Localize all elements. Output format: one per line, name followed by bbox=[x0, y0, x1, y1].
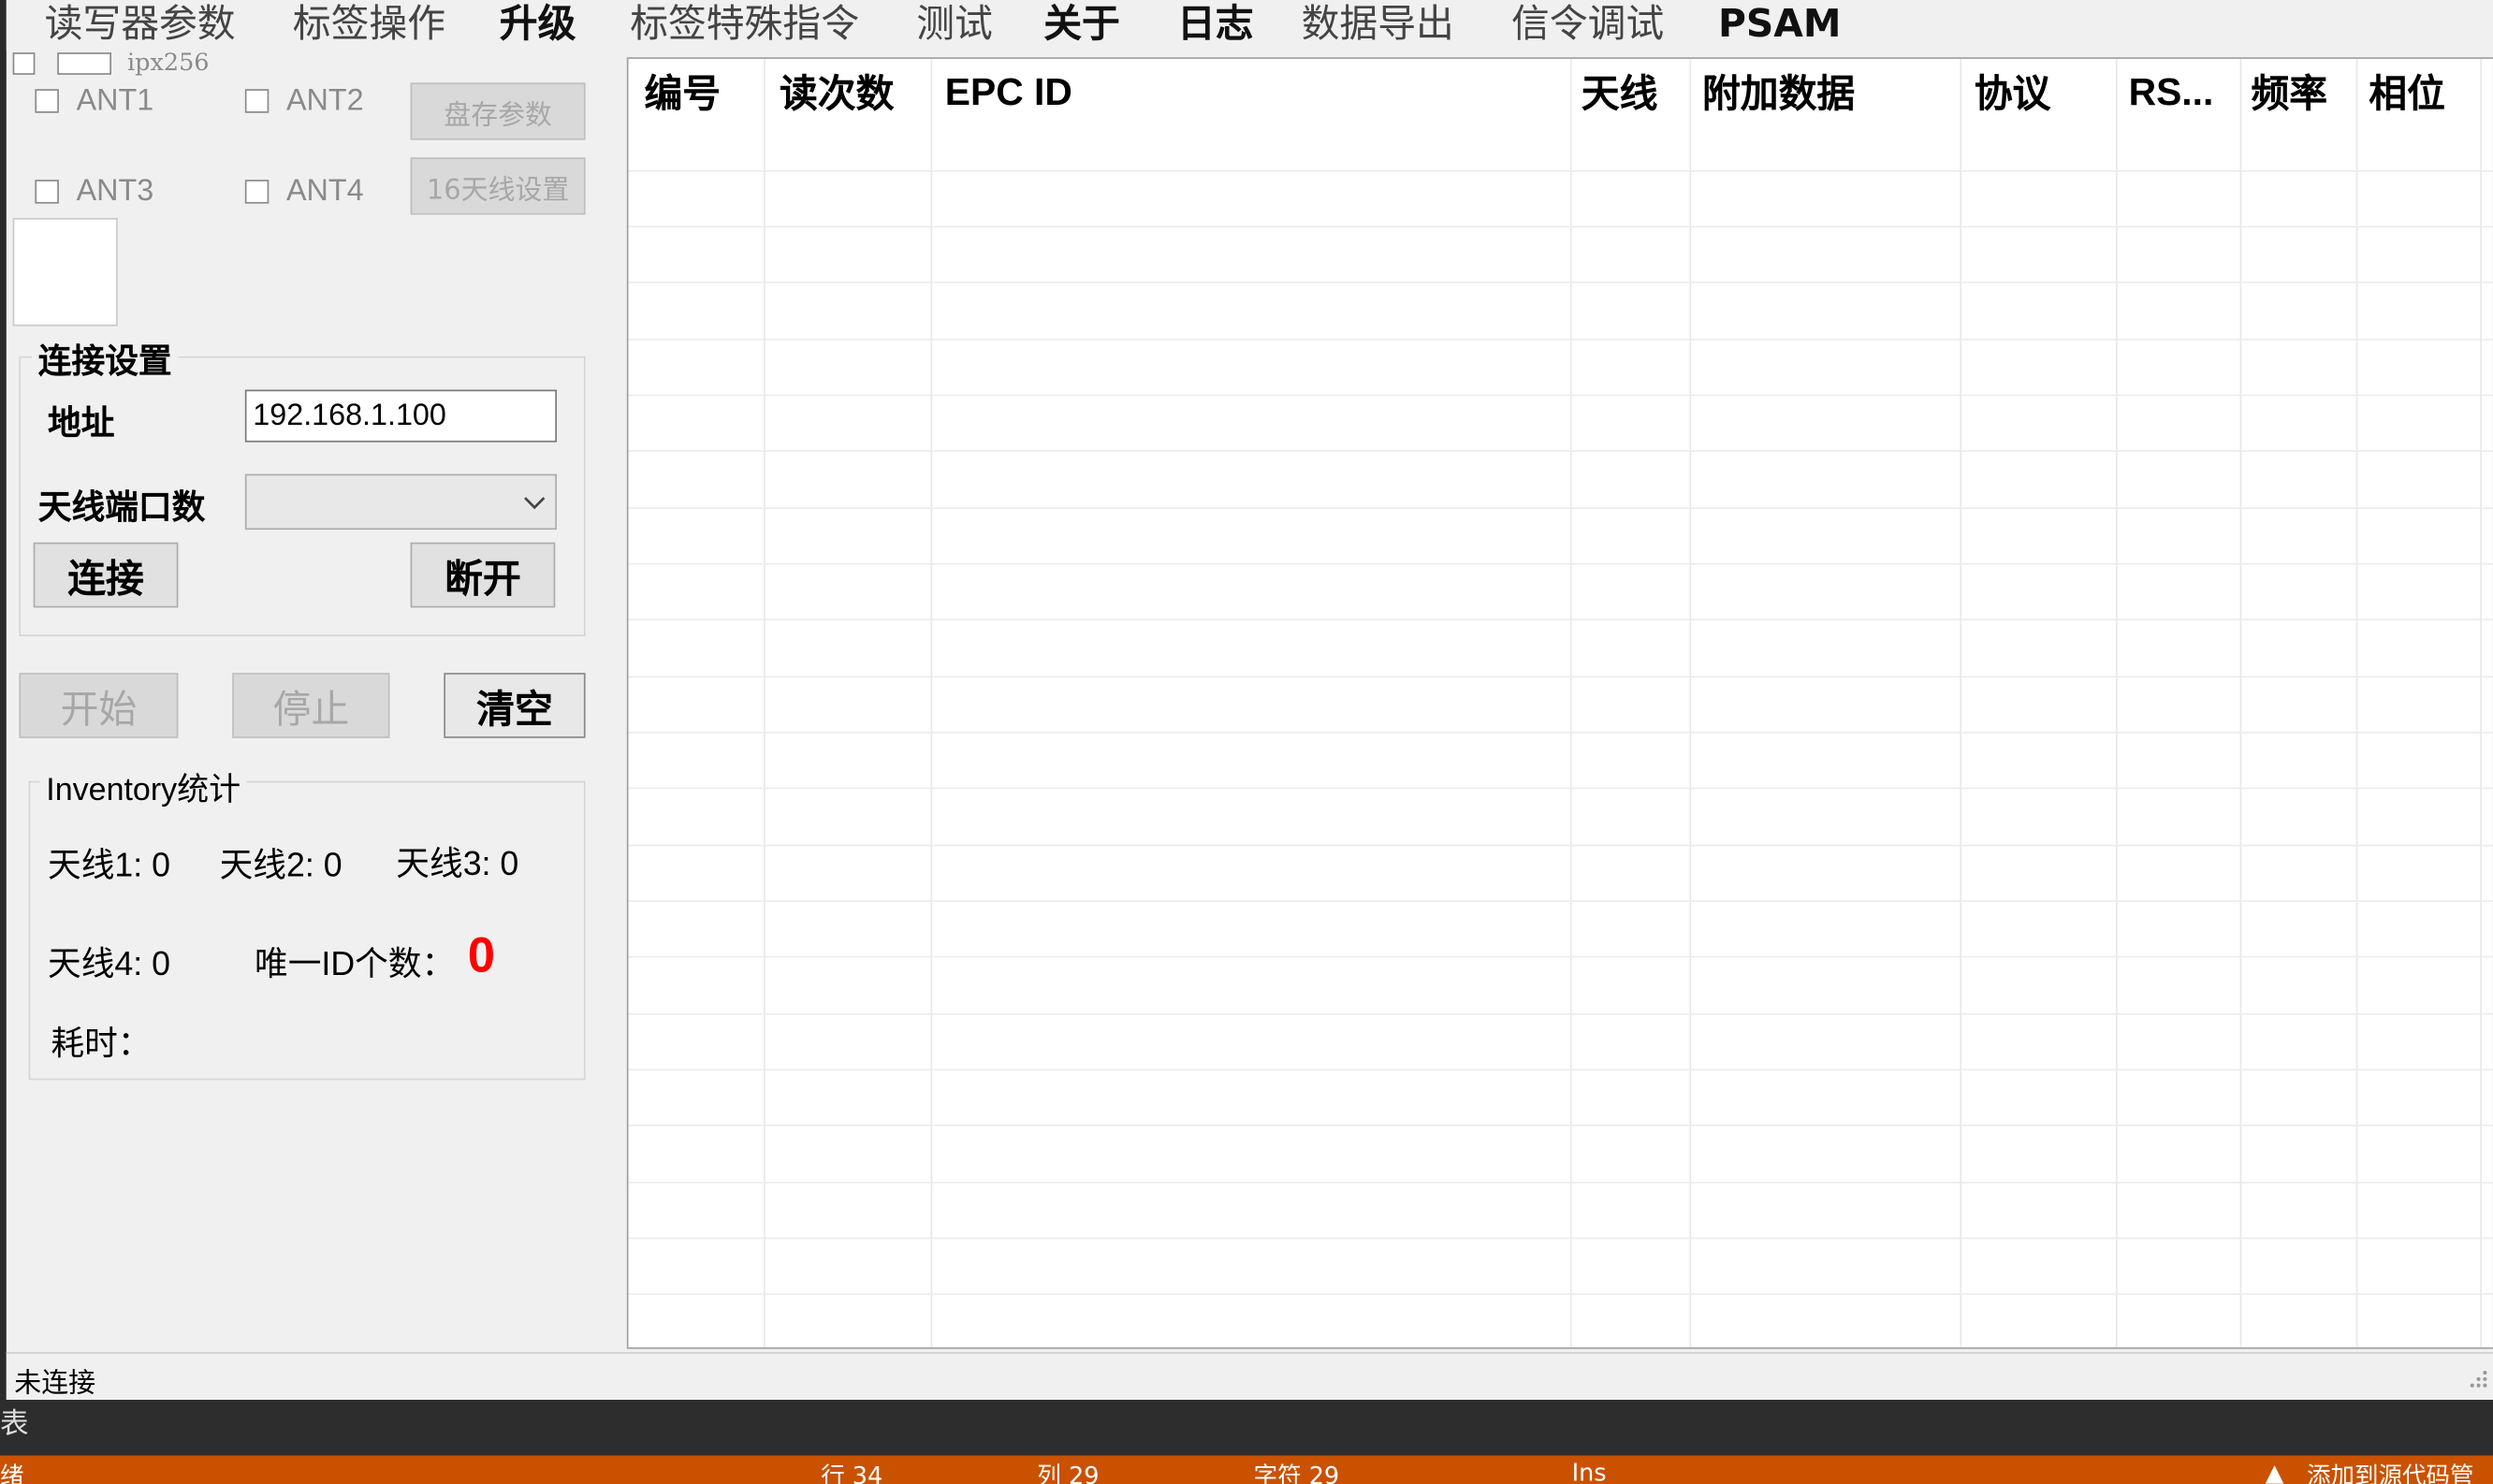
ipx-combo[interactable] bbox=[57, 52, 111, 75]
antenna-ports-label: 天线端口数 bbox=[38, 482, 206, 530]
grid-row-line bbox=[629, 732, 2493, 734]
grid-row-line bbox=[629, 226, 2493, 227]
grid-col-divider bbox=[764, 59, 765, 1349]
ide-status-bar: 绪 行 34 列 29 字符 29 Ins ▲ 添加到源代码管 bbox=[0, 1456, 2493, 1484]
line-indicator: 行 34 bbox=[821, 1459, 882, 1484]
grid-row-line bbox=[629, 956, 2493, 958]
grid-col-divider bbox=[1960, 59, 1961, 1349]
left-edge bbox=[0, 0, 7, 1400]
inventory-params-button[interactable]: 盘存参数 bbox=[411, 82, 586, 139]
address-input[interactable] bbox=[245, 390, 557, 443]
grid-row-line bbox=[629, 1293, 2493, 1295]
ant4-count: 天线4: 0 bbox=[48, 938, 170, 986]
grid-row-line bbox=[629, 1013, 2493, 1015]
insert-mode-indicator: Ins bbox=[1572, 1459, 1607, 1484]
menu-data-export[interactable]: 数据导出 bbox=[1302, 0, 1454, 48]
menu-tag-special-commands[interactable]: 标签特殊指令 bbox=[630, 0, 859, 48]
ide-ready-text: 绪 bbox=[0, 1459, 24, 1484]
grid-col-divider bbox=[2356, 59, 2358, 1349]
grid-col-divider bbox=[931, 59, 933, 1349]
connect-button[interactable]: 连接 bbox=[34, 543, 179, 608]
column-indicator: 列 29 bbox=[1037, 1459, 1099, 1484]
add-to-source-control[interactable]: 添加到源代码管 bbox=[2307, 1459, 2474, 1484]
grid-row-line bbox=[629, 677, 2493, 678]
ant2-label: ANT2 bbox=[286, 84, 364, 119]
unique-id-count: 0 bbox=[468, 927, 495, 984]
grid-row-line bbox=[629, 1069, 2493, 1070]
grid-col-divider bbox=[1570, 59, 1572, 1349]
unique-id-label: 唯一ID个数： bbox=[255, 938, 455, 986]
menu-reader-params[interactable]: 读写器参数 bbox=[45, 0, 236, 48]
column-header-protocol[interactable]: 协议 bbox=[1975, 62, 2051, 125]
ant3-checkbox[interactable] bbox=[35, 180, 59, 204]
menu-log[interactable]: 日志 bbox=[1177, 0, 1254, 48]
menu-tag-operations[interactable]: 标签操作 bbox=[293, 0, 445, 48]
char-indicator: 字符 29 bbox=[1254, 1459, 1340, 1484]
grid-col-divider bbox=[2480, 59, 2482, 1349]
editor-output-bar: 表 bbox=[0, 1400, 2493, 1456]
app-window: 读写器参数 标签操作 升级 标签特殊指令 测试 关于 日志 数据导出 信令调试 … bbox=[0, 0, 2493, 1484]
ipx-checkbox[interactable] bbox=[13, 52, 36, 75]
column-header-phase[interactable]: 相位 bbox=[2369, 62, 2445, 125]
status-bar: 未连接 bbox=[7, 1352, 2493, 1402]
sixteen-antenna-settings-button[interactable]: 16天线设置 bbox=[411, 157, 586, 214]
menu-psam[interactable]: PSAM bbox=[1718, 0, 1841, 48]
column-header-extra-data[interactable]: 附加数据 bbox=[1702, 62, 1855, 125]
disconnect-button[interactable]: 断开 bbox=[411, 543, 556, 608]
grid-row-line bbox=[629, 170, 2493, 172]
menu-bar: 读写器参数 标签操作 升级 标签特殊指令 测试 关于 日志 数据导出 信令调试 … bbox=[7, 0, 2493, 51]
column-header-epc-id[interactable]: EPC ID bbox=[945, 62, 1072, 125]
connection-title: 连接设置 bbox=[32, 336, 178, 384]
ant3-count: 天线3: 0 bbox=[396, 838, 518, 886]
ant1-label: ANT1 bbox=[77, 84, 154, 119]
chevron-down-icon bbox=[523, 495, 546, 511]
grid-row-line bbox=[629, 1125, 2493, 1127]
grid-row-line bbox=[629, 1182, 2493, 1184]
menu-test[interactable]: 测试 bbox=[916, 0, 993, 48]
menu-upgrade[interactable]: 升级 bbox=[500, 0, 576, 48]
menu-about[interactable]: 关于 bbox=[1043, 0, 1120, 48]
resize-grip-icon bbox=[2466, 1366, 2488, 1389]
column-header-antenna[interactable]: 天线 bbox=[1582, 62, 1658, 125]
column-header-number[interactable]: 编号 bbox=[645, 62, 722, 125]
grid-col-divider bbox=[2240, 59, 2242, 1349]
ant4-label: ANT4 bbox=[286, 175, 364, 210]
grid-row-line bbox=[629, 339, 2493, 341]
up-arrow-icon: ▲ bbox=[2266, 1459, 2284, 1484]
ant3-label: ANT3 bbox=[77, 175, 154, 210]
start-button[interactable]: 开始 bbox=[19, 673, 178, 738]
column-header-read-count[interactable]: 读次数 bbox=[780, 62, 894, 125]
grid-row-line bbox=[629, 282, 2493, 284]
connection-status: 未连接 bbox=[14, 1360, 95, 1401]
inventory-title: Inventory统计 bbox=[40, 764, 247, 809]
stop-button[interactable]: 停止 bbox=[232, 673, 389, 738]
tag-data-grid[interactable]: 编号 读次数 EPC ID 天线 附加数据 协议 RS... 频率 相位 bbox=[627, 57, 2493, 1348]
ant1-checkbox[interactable] bbox=[35, 89, 59, 113]
grid-row-line bbox=[629, 788, 2493, 790]
address-label: 地址 bbox=[48, 398, 114, 445]
preview-box bbox=[13, 218, 118, 327]
grid-row-line bbox=[629, 450, 2493, 452]
menu-signal-debug[interactable]: 信令调试 bbox=[1511, 0, 1664, 48]
column-header-frequency[interactable]: 频率 bbox=[2252, 62, 2328, 125]
grid-row-line bbox=[629, 1238, 2493, 1240]
grid-row-line bbox=[629, 563, 2493, 565]
grid-row-line bbox=[629, 900, 2493, 902]
elapsed-time-label: 耗时： bbox=[51, 1018, 151, 1066]
grid-row-line bbox=[629, 618, 2493, 620]
ant2-checkbox[interactable] bbox=[245, 89, 270, 113]
grid-col-divider bbox=[2116, 59, 2118, 1349]
ant1-count: 天线1: 0 bbox=[48, 840, 170, 888]
output-label: 表 bbox=[0, 1402, 29, 1443]
grid-col-divider bbox=[1689, 59, 1691, 1349]
grid-row-line bbox=[629, 395, 2493, 397]
clear-button[interactable]: 清空 bbox=[444, 673, 585, 738]
ant4-checkbox[interactable] bbox=[245, 180, 270, 204]
antenna-ports-select[interactable] bbox=[245, 474, 557, 531]
grid-row-line bbox=[629, 507, 2493, 509]
column-header-rssi[interactable]: RS... bbox=[2129, 62, 2214, 125]
grid-row-line bbox=[629, 845, 2493, 847]
ipx-label: ipx256 bbox=[127, 48, 210, 77]
ant2-count: 天线2: 0 bbox=[220, 840, 343, 888]
